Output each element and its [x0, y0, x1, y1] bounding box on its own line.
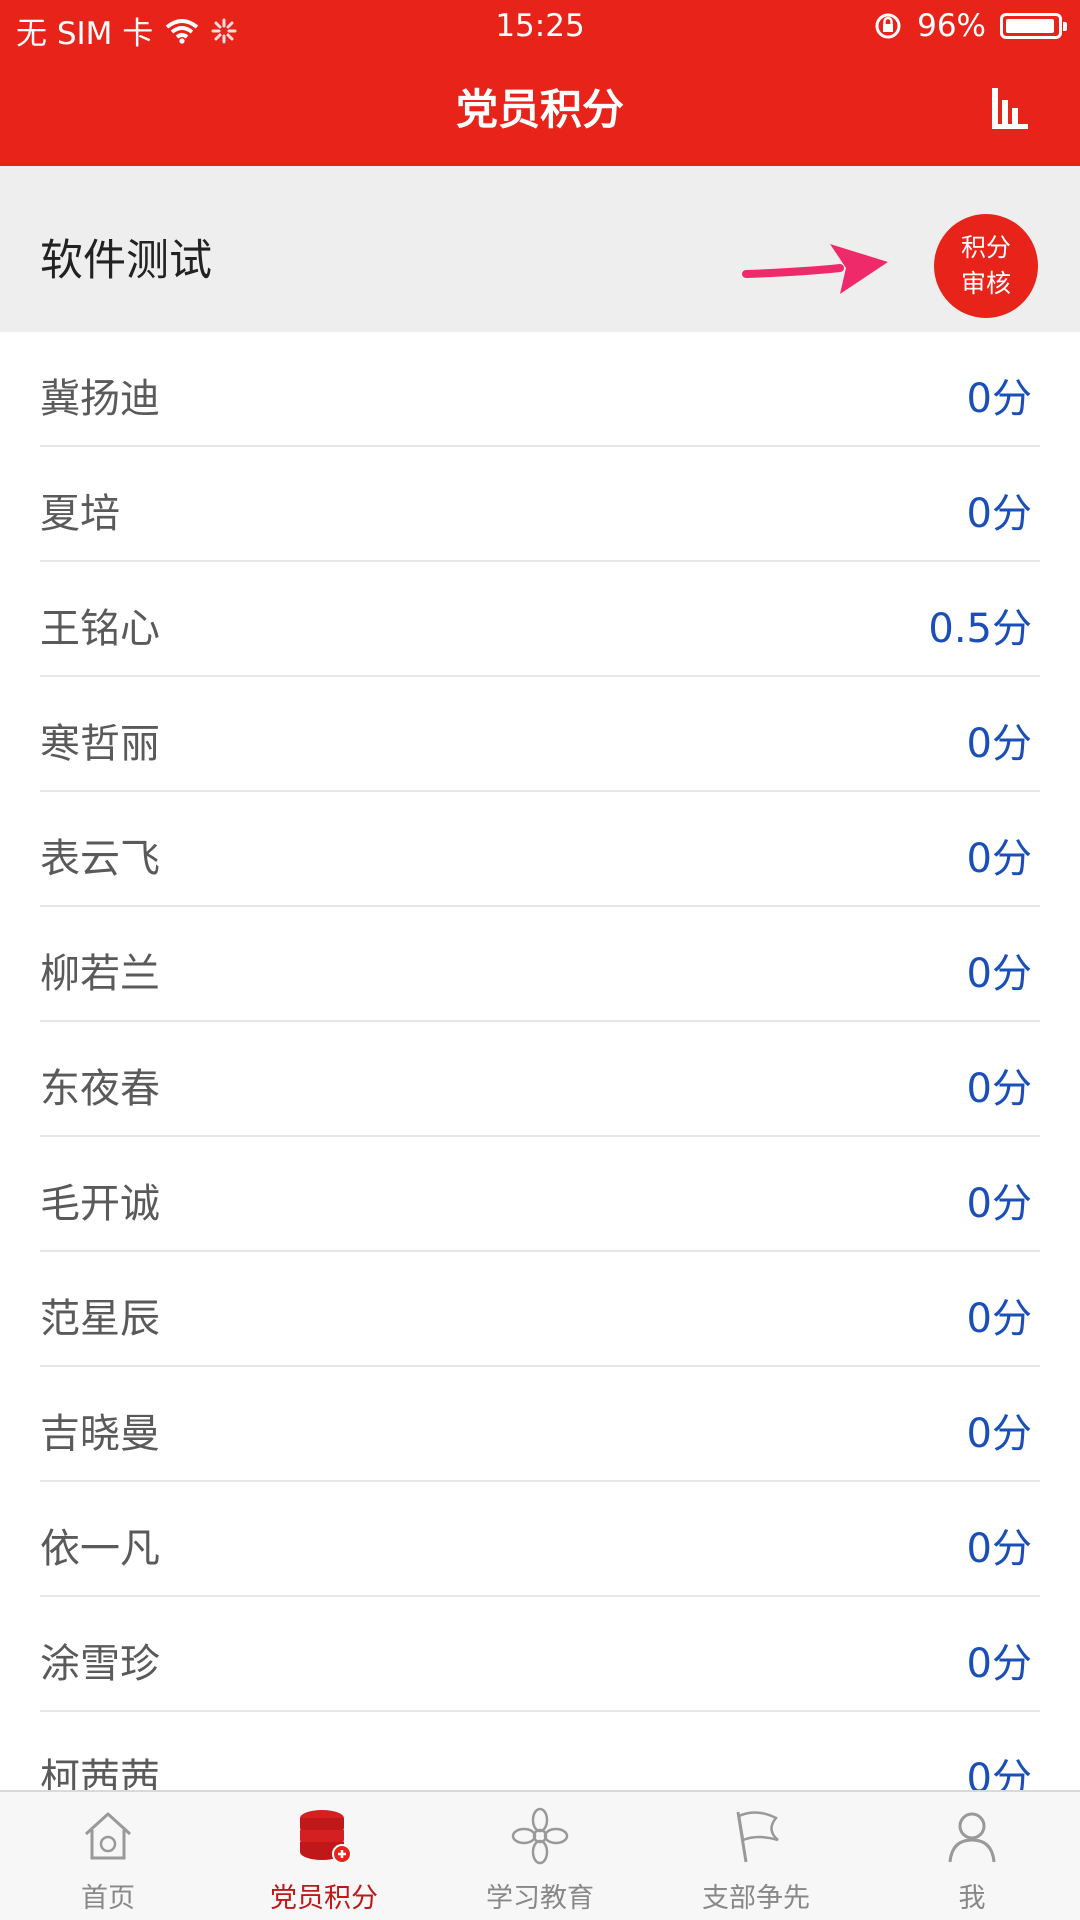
- member-score: 0分: [966, 836, 1032, 882]
- member-name: 依一凡: [40, 1526, 160, 1572]
- member-row[interactable]: 范星辰 0分: [0, 1252, 1080, 1367]
- tab-home-label: 首页: [81, 1883, 135, 1914]
- tab-study-label: 学习教育: [486, 1883, 594, 1914]
- member-name: 涂雪珍: [40, 1641, 160, 1687]
- member-score: 0分: [966, 1181, 1032, 1227]
- tab-branch-label: 支部争先: [702, 1883, 810, 1914]
- arrow-annotation-icon: [742, 244, 888, 294]
- status-right: 96%: [873, 8, 1067, 44]
- member-score: 0分: [966, 1526, 1032, 1572]
- member-name: 表云飞: [40, 836, 160, 882]
- member-row[interactable]: 表云飞 0分: [0, 792, 1080, 907]
- member-row[interactable]: 夏培 0分: [0, 447, 1080, 562]
- member-name: 毛开诚: [40, 1181, 160, 1227]
- tab-points[interactable]: 党员积分: [216, 1792, 432, 1920]
- member-row[interactable]: 冀扬迪 0分: [0, 332, 1080, 447]
- member-name: 冀扬迪: [40, 376, 160, 422]
- battery-icon: [1000, 13, 1067, 39]
- member-row[interactable]: 毛开诚 0分: [0, 1137, 1080, 1252]
- review-button-line1: 积分: [960, 233, 1011, 262]
- score-review-button[interactable]: 积分 审核: [934, 214, 1038, 318]
- review-button-line2: 审核: [960, 269, 1011, 298]
- home-icon: [84, 1812, 132, 1860]
- page-title: 党员积分: [455, 85, 624, 134]
- member-name: 吉晓曼: [40, 1411, 160, 1457]
- member-row[interactable]: 依一凡 0分: [0, 1482, 1080, 1597]
- battery-fill: [1006, 19, 1054, 33]
- battery-percent: 96%: [917, 8, 986, 44]
- member-name: 柳若兰: [40, 951, 160, 997]
- member-score: 0分: [966, 1411, 1032, 1457]
- tab-me[interactable]: 我: [864, 1792, 1080, 1920]
- member-score: 0分: [966, 1641, 1032, 1687]
- member-row[interactable]: 寒哲丽 0分: [0, 677, 1080, 792]
- tab-points-label: 党员积分: [270, 1883, 378, 1914]
- user-icon: [948, 1812, 996, 1863]
- member-name: 夏培: [40, 491, 120, 537]
- flag-icon: [736, 1811, 779, 1863]
- tab-bar: 首页 党员积分 学习教育 支部争先 我: [0, 1790, 1080, 1920]
- coin-stack-icon: [300, 1810, 352, 1864]
- flower-icon: [511, 1807, 569, 1865]
- member-row[interactable]: 王铭心 0.5分: [0, 562, 1080, 677]
- tab-home[interactable]: 首页: [0, 1792, 216, 1920]
- member-row[interactable]: 吉晓曼 0分: [0, 1367, 1080, 1482]
- tab-branch[interactable]: 支部争先: [648, 1792, 864, 1920]
- group-title: 软件测试: [40, 236, 212, 286]
- status-bar: 无 SIM 卡 15:25 96%: [0, 0, 1080, 54]
- group-header: 软件测试: [0, 166, 1080, 332]
- tab-me-label: 我: [958, 1883, 986, 1914]
- member-name: 东夜春: [40, 1066, 160, 1112]
- member-row[interactable]: 东夜春 0分: [0, 1022, 1080, 1137]
- member-score: 0分: [966, 1066, 1032, 1112]
- member-row[interactable]: 涂雪珍 0分: [0, 1597, 1080, 1712]
- member-score: 0分: [966, 1296, 1032, 1342]
- top-bar: 无 SIM 卡 15:25 96% 党员积分: [0, 0, 1080, 166]
- member-name: 范星辰: [40, 1296, 160, 1342]
- member-score: 0.5分: [928, 606, 1032, 652]
- member-name: 王铭心: [40, 606, 160, 652]
- member-score: 0分: [966, 721, 1032, 767]
- member-list: 冀扬迪 0分 夏培 0分 王铭心 0.5分 寒哲丽 0分 表云飞 0分 柳若兰 0分 东夜春 0分 毛开诚 0…: [0, 332, 1080, 1827]
- member-score: 0分: [966, 376, 1032, 422]
- member-row[interactable]: 柳若兰 0分: [0, 907, 1080, 1022]
- member-name: 寒哲丽: [40, 721, 160, 767]
- member-score: 0分: [966, 951, 1032, 997]
- member-score: 0分: [966, 491, 1032, 537]
- tab-study[interactable]: 学习教育: [432, 1792, 648, 1920]
- orientation-lock-icon: [875, 13, 901, 39]
- bar-chart-icon[interactable]: [990, 88, 1030, 130]
